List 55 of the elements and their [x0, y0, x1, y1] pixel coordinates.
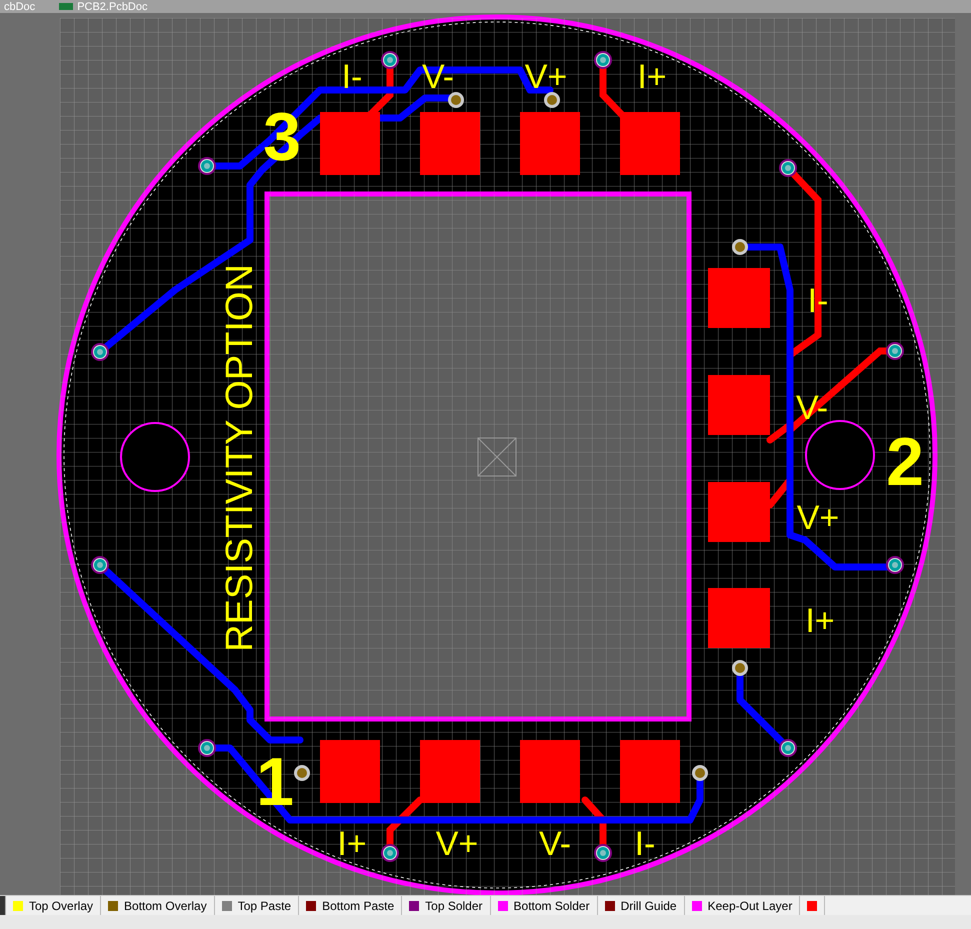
layer-tab-label: Bottom Overlay [124, 898, 207, 914]
via-icon [732, 239, 748, 255]
via-icon [381, 844, 399, 862]
pad-label: V+ [436, 825, 478, 863]
via-icon [594, 51, 612, 69]
silkscreen-text: RESISTIVITY OPTION [219, 264, 261, 652]
layer-tab-label: Drill Guide [620, 898, 677, 914]
via-icon [91, 556, 109, 574]
channel-number: 1 [256, 744, 294, 820]
pad-label: I- [634, 825, 656, 863]
pad-label: V- [538, 825, 572, 863]
layer-tab-edge [0, 896, 6, 915]
channel-number: 2 [886, 424, 924, 500]
via-icon [294, 765, 310, 781]
via-icon [91, 343, 109, 361]
via-icon [886, 342, 904, 360]
smd-pad [320, 112, 380, 175]
pad-label: V+ [796, 499, 840, 537]
layer-tab-label: Top Overlay [29, 898, 94, 914]
layer-tab-label: Bottom Solder [514, 898, 590, 914]
smd-pad [520, 740, 580, 803]
layer-tab-label: Top Paste [238, 898, 292, 914]
pcb-document-icon [59, 3, 74, 10]
smd-pad [520, 112, 580, 175]
smd-pad [708, 482, 770, 542]
smd-pad [708, 375, 770, 435]
pad-label: V+ [524, 58, 568, 96]
via-icon [692, 765, 708, 781]
via-icon [779, 739, 797, 757]
via-icon [886, 556, 904, 574]
smd-pad [708, 268, 770, 328]
via-icon [198, 157, 216, 175]
smd-pad [320, 740, 380, 803]
via-icon [779, 159, 797, 177]
layer-tab-label: Keep-Out Layer [708, 898, 792, 914]
mounting-hole [805, 420, 875, 490]
layer-tab-label: Bottom Paste [322, 898, 394, 914]
via-icon [544, 92, 560, 108]
smd-pad [620, 112, 680, 175]
via-icon [594, 844, 612, 862]
smd-pad [708, 588, 770, 648]
smd-pad [420, 740, 480, 803]
via-icon [381, 51, 399, 69]
mounting-hole [120, 422, 190, 492]
via-icon [732, 660, 748, 676]
origin-marker-icon [478, 438, 516, 476]
pad-label: I- [342, 58, 362, 96]
pad-label: I+ [637, 58, 667, 96]
smd-pad [620, 740, 680, 803]
pad-label: I+ [337, 825, 367, 863]
pad-label: I+ [805, 602, 835, 640]
via-icon [448, 92, 464, 108]
layer-tab-label: Top Solder [425, 898, 483, 914]
smd-pad [420, 112, 480, 175]
via-icon [198, 739, 216, 757]
